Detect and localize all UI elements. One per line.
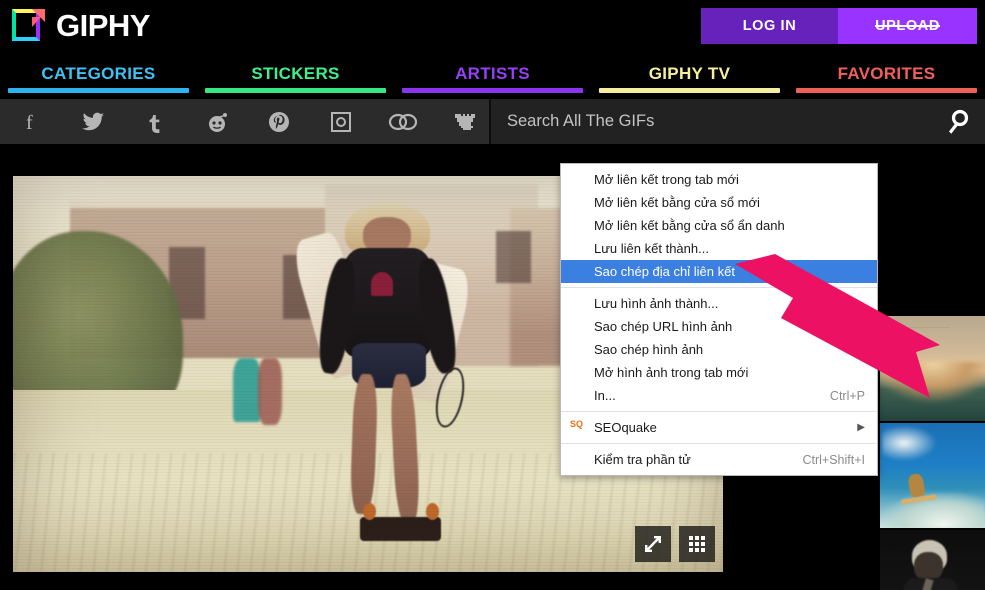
context-menu-item-shortcut: Ctrl+Shift+I xyxy=(802,453,865,467)
thumbnail-guitarist-bw[interactable] xyxy=(880,530,985,590)
nav-label: FAVORITES xyxy=(838,64,936,84)
logo-link[interactable]: GIPHY xyxy=(8,4,150,48)
context-menu-separator xyxy=(561,287,877,288)
context-menu: Mở liên kết trong tab mới Mở liên kết bằn… xyxy=(560,163,878,476)
seoquake-icon: SQ xyxy=(570,420,586,436)
pixel-heart-icon[interactable] xyxy=(434,99,496,144)
context-menu-item[interactable]: Mở hình ảnh trong tab mới xyxy=(561,361,877,384)
context-menu-item-label: Kiểm tra phần tử xyxy=(594,452,691,467)
context-menu-item[interactable]: Lưu hình ảnh thành... xyxy=(561,292,877,315)
context-menu-item[interactable]: Kiểm tra phần tử Ctrl+Shift+I xyxy=(561,448,877,471)
search-bar xyxy=(489,99,985,144)
top-bar: GIPHY LOG IN UPLOAD xyxy=(0,0,985,52)
nav-label: GIPHY TV xyxy=(649,64,730,84)
context-menu-item-shortcut: Ctrl+P xyxy=(830,389,865,403)
context-menu-item-label: Mở hình ảnh trong tab mới xyxy=(594,365,748,380)
nav-item-favorites[interactable]: FAVORITES xyxy=(788,56,985,96)
twitter-icon[interactable] xyxy=(62,99,124,144)
gif-subject-skateboarder xyxy=(297,204,482,545)
nav-item-stickers[interactable]: STICKERS xyxy=(197,56,394,96)
context-menu-item-label: Sao chép hình ảnh xyxy=(594,342,703,357)
nav-underline xyxy=(796,88,977,93)
context-menu-item[interactable]: Sao chép địa chỉ liên kết xyxy=(561,260,877,283)
nav-item-artists[interactable]: ARTISTS xyxy=(394,56,591,96)
context-menu-item-label: Mở liên kết trong tab mới xyxy=(594,172,739,187)
nav-underline xyxy=(599,88,780,93)
tumblr-icon[interactable] xyxy=(124,99,186,144)
reddit-icon[interactable] xyxy=(186,99,248,144)
giphy-page: GIPHY LOG IN UPLOAD CATEGORIES STICKERS … xyxy=(0,0,985,590)
context-menu-item-label: SEOquake xyxy=(594,420,657,435)
nav-underline xyxy=(402,88,583,93)
pinterest-icon[interactable] xyxy=(248,99,310,144)
context-menu-item[interactable]: Mở liên kết trong tab mới xyxy=(561,168,877,191)
context-menu-item-label: Lưu liên kết thành... xyxy=(594,241,709,256)
context-menu-separator xyxy=(561,411,877,412)
nav-label: CATEGORIES xyxy=(41,64,155,84)
login-button[interactable]: LOG IN xyxy=(701,8,838,44)
svg-text:f: f xyxy=(26,112,33,133)
grid-icon[interactable] xyxy=(679,526,715,562)
search-icon[interactable] xyxy=(931,109,985,135)
context-menu-item-label: Mở liên kết bằng cửa sổ ẩn danh xyxy=(594,218,785,233)
instagram-icon[interactable] xyxy=(310,99,372,144)
thumbnail-surfer-blue-wave[interactable] xyxy=(880,423,985,528)
context-menu-item-label: Lưu hình ảnh thành... xyxy=(594,296,718,311)
auth-buttons: LOG IN UPLOAD xyxy=(701,8,977,44)
context-menu-item[interactable]: Lưu liên kết thành... xyxy=(561,237,877,260)
context-menu-item[interactable]: Mở liên kết bằng cửa sổ mới xyxy=(561,191,877,214)
nav-underline xyxy=(205,88,386,93)
nav-underline xyxy=(8,88,189,93)
brand-title: GIPHY xyxy=(56,8,150,44)
facebook-icon[interactable]: f xyxy=(0,99,62,144)
context-menu-item-label: Sao chép địa chỉ liên kết xyxy=(594,264,735,279)
context-menu-separator xyxy=(561,443,877,444)
nav-label: ARTISTS xyxy=(455,64,530,84)
context-menu-item[interactable]: SQ SEOquake ▶ xyxy=(561,416,877,439)
nav-item-giphy-tv[interactable]: GIPHY TV xyxy=(591,56,788,96)
nav-label: STICKERS xyxy=(251,64,339,84)
thumbnail-sunset-wave[interactable]: ..................... xyxy=(880,316,985,421)
link-icon[interactable] xyxy=(372,99,434,144)
context-menu-item-label: In... xyxy=(594,388,616,403)
context-menu-item[interactable]: Mở liên kết bằng cửa sổ ẩn danh xyxy=(561,214,877,237)
gif-controls xyxy=(635,526,715,562)
upload-button[interactable]: UPLOAD xyxy=(838,8,977,44)
giphy-logo-icon xyxy=(8,5,46,47)
context-menu-item[interactable]: Sao chép URL hình ảnh xyxy=(561,315,877,338)
expand-arrows-icon[interactable] xyxy=(635,526,671,562)
context-menu-item-label: Mở liên kết bằng cửa sổ mới xyxy=(594,195,760,210)
context-menu-item-label: Sao chép URL hình ảnh xyxy=(594,319,732,334)
context-menu-item[interactable]: In... Ctrl+P xyxy=(561,384,877,407)
search-input[interactable] xyxy=(491,112,931,131)
context-menu-item[interactable]: Sao chép hình ảnh xyxy=(561,338,877,361)
nav-item-categories[interactable]: CATEGORIES xyxy=(0,56,197,96)
main-nav: CATEGORIES STICKERS ARTISTS GIPHY TV FAV… xyxy=(0,56,985,96)
submenu-chevron-right-icon: ▶ xyxy=(857,422,865,433)
